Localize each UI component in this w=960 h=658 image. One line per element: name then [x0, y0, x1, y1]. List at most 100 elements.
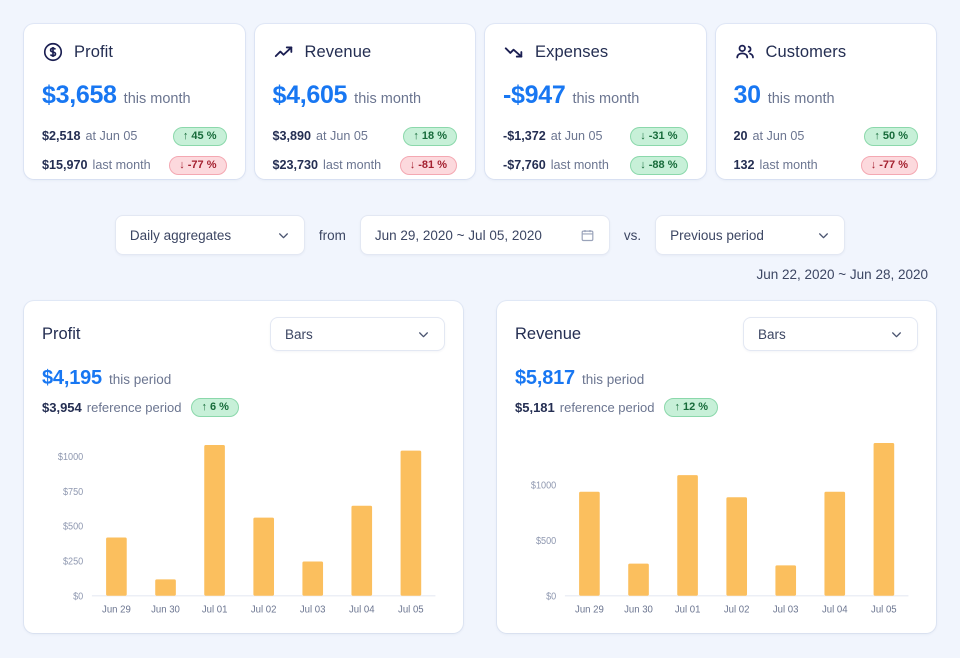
x-axis-tick-label: Jul 05: [871, 604, 897, 615]
kpi-value-label: this month: [354, 91, 422, 107]
chart-change-badge: ↑ 12 %: [664, 398, 719, 417]
chart-value-label: this period: [581, 372, 645, 387]
kpi-card-expenses: Expenses -$947 this month -$1,372 at Jun…: [485, 24, 706, 179]
chart-value-label: this period: [108, 372, 172, 387]
chart-card-profit: Profit Bars $4,195 this period $3,954 re…: [24, 301, 463, 633]
bar[interactable]: [726, 497, 748, 596]
bar[interactable]: [677, 475, 698, 596]
date-range-input[interactable]: Jun 29, 2020 ~ Jul 05, 2020: [359, 215, 610, 255]
kpi-row-badge: ↑ 50 %: [864, 126, 918, 146]
kpi-value-label: this month: [123, 91, 191, 107]
chart-card-revenue: Revenue Bars $5,817 this period $5,181 r…: [497, 301, 936, 633]
kpi-row-amount: $3,890: [272, 129, 312, 143]
chart-reference-amount: $5,181: [515, 400, 555, 415]
bar[interactable]: [873, 443, 895, 596]
y-axis-tick-label: $250: [63, 556, 83, 567]
calendar-icon: [581, 229, 594, 241]
bar[interactable]: [155, 579, 176, 596]
bar[interactable]: [253, 517, 275, 596]
x-axis-tick-label: Jul 05: [398, 604, 424, 615]
kpi-comparison-row: $23,730 last month ↓ -81 %: [272, 154, 457, 176]
kpi-row-amount: $15,970: [42, 158, 88, 172]
users-icon: [735, 44, 754, 59]
comparison-select-value: Previous period: [670, 227, 764, 243]
revenue-bar-chart[interactable]: $0 $500 $1000 Jun 29 Jun 30 Jul 01 Jul 02 Jul 0…: [515, 429, 918, 623]
kpi-row-label: at Jun 05: [316, 129, 368, 143]
chart-type-value: Bars: [285, 326, 313, 342]
kpi-header: Revenue: [273, 40, 458, 64]
kpi-value-label: this month: [572, 91, 640, 107]
x-axis-tick-label: Jun 29: [575, 604, 604, 615]
kpi-comparison-row: $3,890 at Jun 05 ↑ 18 %: [272, 125, 457, 147]
bar[interactable]: [579, 491, 600, 596]
kpi-row-badge: ↓ -77 %: [860, 155, 918, 175]
bar[interactable]: [351, 505, 373, 596]
kpi-comparison-row: 20 at Jun 05 ↑ 50 %: [733, 125, 918, 147]
chart-title: Revenue: [515, 324, 582, 343]
kpi-primary-value-group: -$947 this month: [503, 81, 688, 110]
bar[interactable]: [628, 563, 649, 596]
x-axis-tick-label: Jul 02: [724, 604, 750, 615]
kpi-card-revenue: Revenue $4,605 this month $3,890 at Jun …: [254, 24, 475, 179]
bar[interactable]: [824, 491, 846, 596]
chart-primary-value-group: $4,195 this period: [42, 367, 445, 390]
profit-bar-chart[interactable]: $0 $250 $500 $750 $1000 Jun 29 Jun 30 Jul 01 Jul…: [42, 429, 445, 623]
x-axis-tick-label: Jul 01: [675, 604, 701, 615]
chart-title: Profit: [42, 324, 81, 343]
kpi-card-customers: Customers 30 this month 20 at Jun 05 ↑ 5…: [715, 24, 936, 179]
kpi-comparison-rows: $2,518 at Jun 05 ↑ 45 % $15,970 last mon…: [42, 125, 227, 176]
kpi-primary-value-group: $3,658 this month: [42, 81, 227, 110]
x-axis-tick-label: Jun 29: [102, 604, 131, 615]
x-axis-tick-label: Jul 03: [300, 604, 326, 615]
vs-label: vs.: [623, 227, 642, 243]
chevron-down-icon: [819, 232, 829, 238]
y-axis-tick-label: $500: [536, 536, 556, 547]
chart-row: Profit Bars $4,195 this period $3,954 re…: [0, 282, 960, 633]
chart-type-select[interactable]: Bars: [743, 317, 918, 351]
chart-type-select[interactable]: Bars: [270, 317, 445, 351]
kpi-row-badge: ↓ -81 %: [399, 155, 457, 175]
kpi-value: $3,658: [42, 81, 117, 109]
chart-reference-amount: $3,954: [42, 400, 82, 415]
kpi-title: Revenue: [304, 42, 372, 61]
x-axis-tick-label: Jul 01: [202, 604, 228, 615]
chart-reference-label: reference period: [559, 400, 655, 415]
x-axis-tick-label: Jun 30: [624, 604, 653, 615]
x-axis-tick-label: Jun 30: [151, 604, 180, 615]
chevron-down-icon: [892, 331, 901, 337]
kpi-row-label: last month: [323, 158, 382, 172]
kpi-card-profit: Profit $3,658 this month $2,518 at Jun 0…: [24, 24, 245, 179]
kpi-row-badge: ↓ -88 %: [630, 155, 688, 175]
kpi-comparison-row: $15,970 last month ↓ -77 %: [42, 154, 227, 176]
kpi-row-label: at Jun 05: [550, 129, 603, 143]
chevron-down-icon: [278, 232, 288, 238]
kpi-title: Profit: [74, 42, 114, 61]
kpi-row-amount: $23,730: [272, 158, 319, 172]
bar[interactable]: [106, 537, 127, 596]
y-axis-tick-label: $0: [73, 591, 83, 602]
chart-header: Revenue Bars: [515, 317, 918, 351]
kpi-comparison-rows: -$1,372 at Jun 05 ↓ -31 % -$7,760 last m…: [503, 125, 688, 176]
dashboard-page: Profit $3,658 this month $2,518 at Jun 0…: [0, 0, 960, 658]
aggregate-select[interactable]: Daily aggregates: [114, 215, 305, 255]
chart-type-value: Bars: [758, 326, 786, 342]
bar[interactable]: [302, 561, 324, 596]
kpi-header: Profit: [42, 40, 227, 64]
bar[interactable]: [400, 450, 422, 596]
kpi-row-amount: 20: [733, 129, 748, 143]
kpi-row-label: last month: [759, 158, 818, 172]
y-axis-tick-label: $500: [63, 521, 83, 532]
chart-primary-value-group: $5,817 this period: [515, 367, 918, 390]
bar[interactable]: [204, 445, 225, 596]
dollar-circle-icon: [43, 42, 63, 62]
aggregate-select-value: Daily aggregates: [129, 227, 232, 243]
x-axis-tick-label: Jul 04: [822, 604, 848, 615]
bar[interactable]: [775, 565, 797, 596]
kpi-value-label: this month: [767, 91, 835, 107]
kpi-row-badge: ↑ 45 %: [172, 126, 227, 146]
comparison-select[interactable]: Previous period: [655, 215, 846, 255]
kpi-row-badge: ↓ -77 %: [169, 155, 227, 175]
date-range-value: Jun 29, 2020 ~ Jul 05, 2020: [374, 227, 542, 243]
x-axis-tick-label: Jul 04: [349, 604, 375, 615]
chart-header: Profit Bars: [42, 317, 445, 351]
